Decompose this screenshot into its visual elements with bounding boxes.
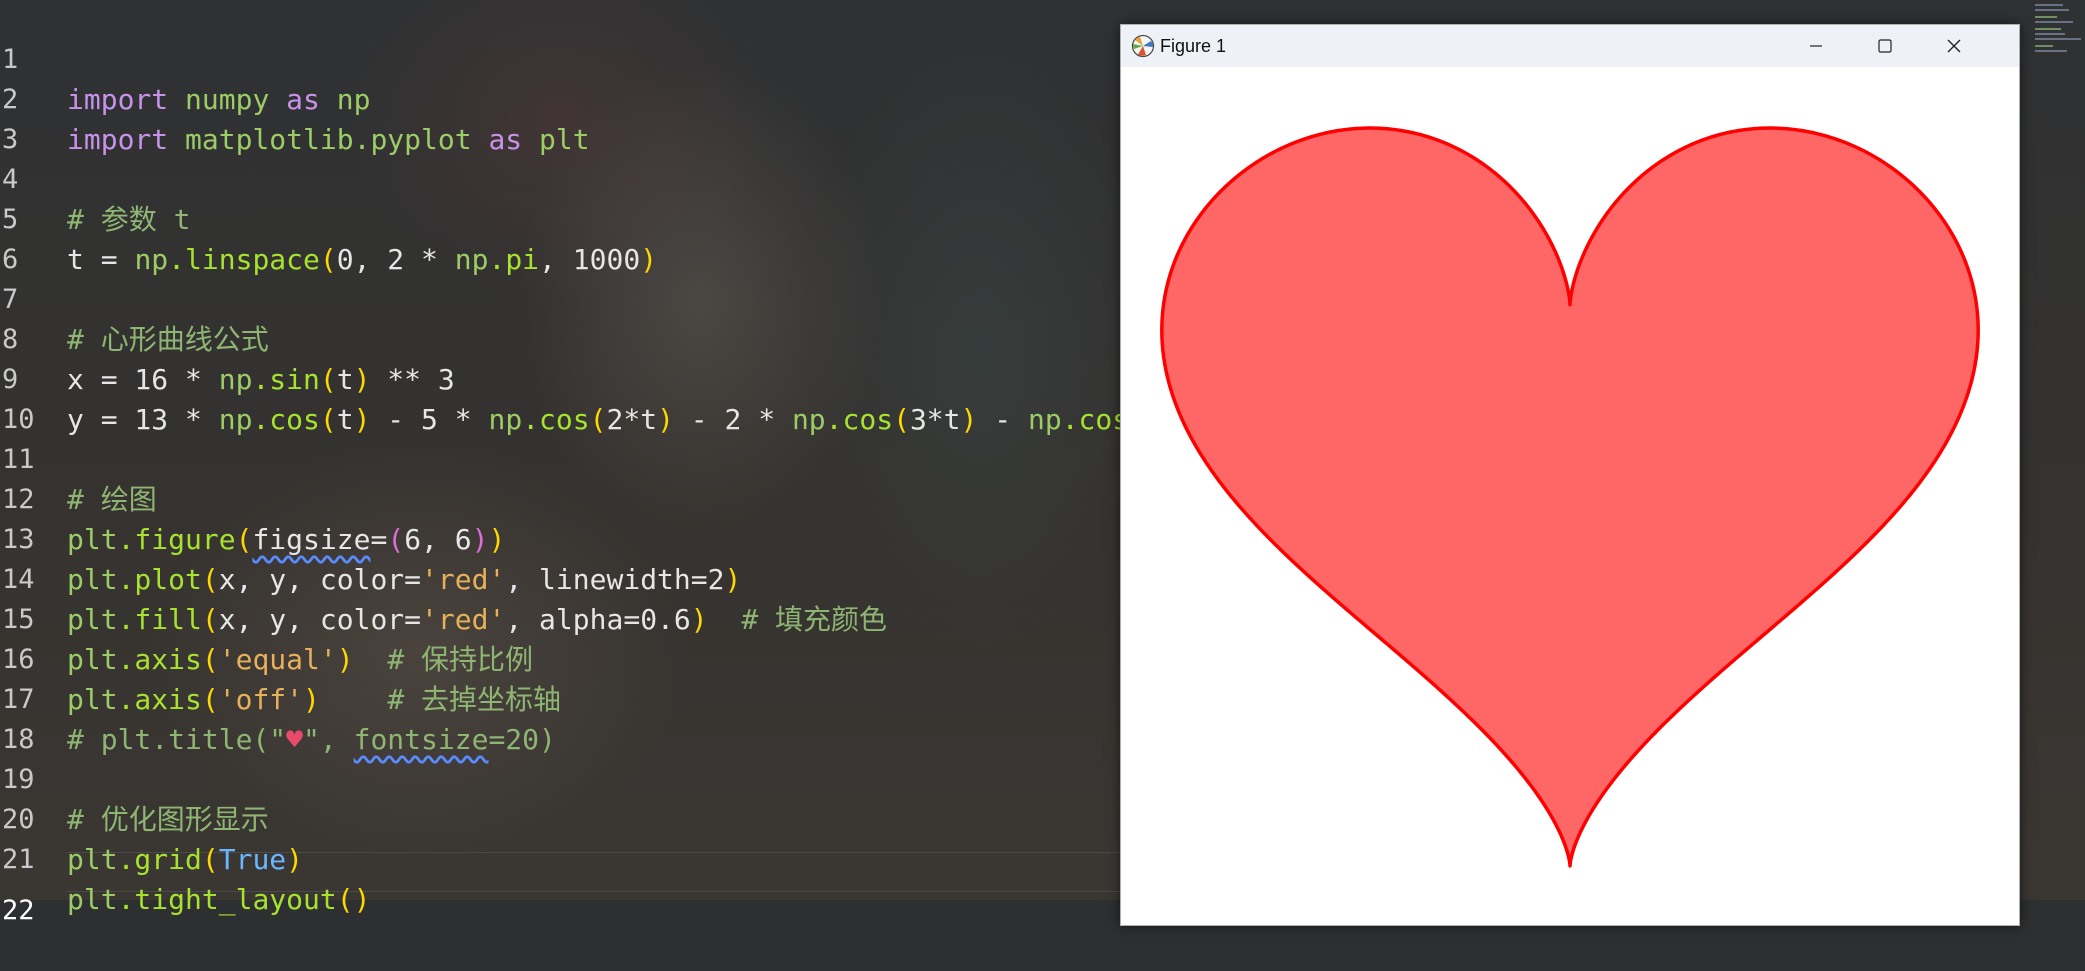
- figure-title: Figure 1: [1160, 36, 1227, 56]
- minimize-button[interactable]: [1782, 25, 1850, 67]
- code-line[interactable]: 5 t = np.linspace(0, 2 * np.pi, 1000): [0, 160, 1120, 276]
- code-line[interactable]: 7 # 心形曲线公式: [0, 240, 1120, 356]
- code-line-current[interactable]: 22: [0, 851, 1120, 926]
- code-editor[interactable]: 1 import numpy as np 2 import matplotlib…: [0, 0, 1146, 926]
- close-button[interactable]: [1920, 25, 1988, 67]
- close-icon: [1947, 39, 1961, 53]
- maximize-button[interactable]: [1851, 25, 1919, 67]
- code-line[interactable]: 11 # 绘图: [0, 400, 1120, 516]
- editor-minimap[interactable]: [2035, 0, 2085, 60]
- code-line[interactable]: 17 # plt.title("♥", fontsize=20): [0, 640, 1120, 756]
- code-line[interactable]: 14 plt.fill(x, y, color='red', alpha=0.6…: [0, 520, 1120, 636]
- code-line[interactable]: 2 import matplotlib.pyplot as plt: [0, 40, 1120, 156]
- code-line[interactable]: 10: [0, 360, 1120, 435]
- heart-plot-canvas[interactable]: [1121, 67, 2019, 925]
- code-line[interactable]: 15 plt.axis('equal') # 保持比例: [0, 560, 1120, 676]
- code-line[interactable]: 13 plt.plot(x, y, color='red', linewidth…: [0, 480, 1120, 596]
- figure-window[interactable]: Figure 1: [1120, 24, 2020, 926]
- code-line[interactable]: 1 import numpy as np: [0, 0, 1120, 116]
- code-line[interactable]: 19 # 优化图形显示: [0, 720, 1120, 836]
- code-line[interactable]: 20 plt.grid(True): [0, 760, 1120, 876]
- code-line[interactable]: 21 plt.tight_layout(): [0, 800, 1120, 916]
- code-line[interactable]: 18: [0, 680, 1120, 755]
- code-line[interactable]: 9 y = 13 * np.cos(t) - 5 * np.cos(2*t) -…: [0, 320, 1146, 436]
- figure-titlebar[interactable]: Figure 1: [1121, 25, 2019, 67]
- code-line[interactable]: 8 x = 16 * np.sin(t) ** 3: [0, 280, 1120, 396]
- maximize-icon: [1878, 39, 1892, 53]
- code-line[interactable]: 6: [0, 200, 1120, 275]
- code-line[interactable]: 16 plt.axis('off') # 去掉坐标轴: [0, 600, 1120, 716]
- code-line[interactable]: 3: [0, 80, 1120, 155]
- line-number: 22: [2, 895, 35, 926]
- code-line[interactable]: 4 # 参数 t: [0, 120, 1120, 236]
- heart-fill-area: [1161, 128, 1979, 866]
- matplotlib-icon: [1131, 34, 1155, 58]
- minimize-icon: [1810, 45, 1822, 47]
- code-line[interactable]: 12 plt.figure(figsize=(6, 6)): [0, 440, 1120, 556]
